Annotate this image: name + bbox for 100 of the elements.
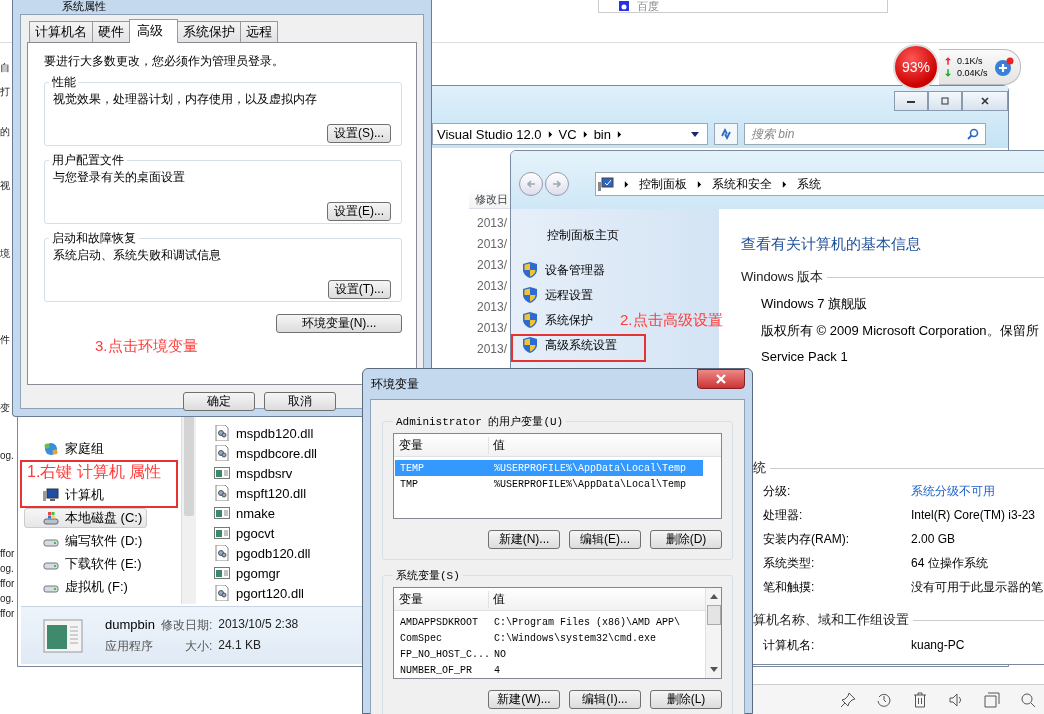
- drive-icon: [43, 510, 59, 526]
- refresh-icon: [719, 127, 733, 141]
- dialog-button[interactable]: 取消: [264, 392, 336, 411]
- environment-variables-button[interactable]: 环境变量(N)...: [276, 314, 402, 333]
- history-icon[interactable]: [876, 691, 892, 708]
- annotation-text: 2.点击高级设置: [620, 311, 723, 329]
- file-item[interactable]: nmake: [214, 503, 317, 523]
- group-description: 系统启动、系统失败和调试信息: [53, 247, 222, 264]
- variable-row[interactable]: FP_NO_HOST_C... NO: [395, 646, 704, 662]
- text-fragment: og.: [0, 563, 14, 575]
- nav-item[interactable]: 编写软件 (D:): [24, 531, 148, 551]
- column-header[interactable]: 值: [489, 436, 505, 454]
- dialog-button[interactable]: 删除(L): [650, 690, 722, 709]
- speaker-icon[interactable]: [948, 691, 964, 708]
- nav-item[interactable]: 家庭组: [24, 439, 109, 459]
- group-title: 系统变量(S): [395, 569, 461, 583]
- nav-item[interactable]: 本地磁盘 (C:): [24, 508, 148, 528]
- file-item[interactable]: mspdbsrv: [214, 463, 317, 483]
- settings-button[interactable]: 设置(S)...: [327, 124, 391, 143]
- dialog-button[interactable]: 删除(D): [650, 530, 722, 549]
- edition-text: Windows 7 旗舰版: [760, 295, 869, 313]
- tab[interactable]: 远程: [240, 21, 278, 42]
- task-link[interactable]: 系统保护: [523, 310, 593, 330]
- file-icon: [214, 445, 230, 461]
- chevron-icon: [782, 180, 787, 188]
- column-header[interactable]: 变量: [394, 590, 489, 608]
- variable-row[interactable]: AMDAPPSDKROOT C:\Program Files (x86)\AMD APP\: [395, 614, 704, 630]
- search-icon[interactable]: [1020, 691, 1036, 708]
- close-button[interactable]: [962, 91, 1008, 111]
- forward-button[interactable]: [545, 172, 569, 196]
- scroll-up-icon[interactable]: [709, 594, 718, 599]
- field-value: Intel(R) Core(TM) i3-23: [911, 508, 1036, 522]
- file-item[interactable]: mspdb120.dll: [214, 423, 317, 443]
- search-field[interactable]: 百度: [598, 0, 888, 13]
- back-button[interactable]: [519, 172, 543, 196]
- search-field[interactable]: 搜索 bin: [744, 123, 986, 145]
- group-title: 用户配置文件: [51, 152, 125, 169]
- field-value: 2.00 GB: [911, 532, 956, 546]
- home-link[interactable]: 控制面板主页: [523, 227, 619, 244]
- address-bar[interactable]: Visual Studio 12.0 VC bin: [432, 123, 708, 145]
- scrollbar[interactable]: [181, 416, 196, 604]
- annotation-text: 3.点击环境变量: [95, 337, 198, 355]
- file-item[interactable]: mspft120.dll: [214, 483, 317, 503]
- rating-link[interactable]: 系统分级不可用: [911, 482, 995, 500]
- trash-icon[interactable]: [912, 691, 928, 708]
- text-fragment: 的: [0, 126, 10, 138]
- address-bar[interactable]: 控制面板 系统和安全 系统: [595, 172, 1044, 196]
- task-link[interactable]: 设备管理器: [523, 260, 605, 280]
- close-button[interactable]: [697, 369, 745, 389]
- file-item[interactable]: pgodb120.dll: [214, 543, 317, 563]
- settings-button[interactable]: 设置(E)...: [327, 202, 391, 221]
- memory-gauge[interactable]: 93%: [893, 44, 939, 90]
- field-value: 24.1 KB: [218, 637, 262, 654]
- tab[interactable]: 高级: [129, 19, 178, 43]
- refresh-button[interactable]: [714, 123, 738, 145]
- date-cell-text: 2013/: [477, 257, 508, 274]
- dialog-button[interactable]: 编辑(I)...: [569, 690, 641, 709]
- nav-item[interactable]: 计算机: [24, 485, 109, 505]
- task-link[interactable]: 远程设置: [523, 285, 593, 305]
- dialog-button[interactable]: 新建(N)...: [488, 530, 560, 549]
- network-speed-widget[interactable]: 0.1K/s 0.04K/s: [939, 49, 1021, 85]
- variable-row[interactable]: ComSpec C:\Windows\system32\cmd.exe: [395, 630, 704, 646]
- upload-arrow-icon: [945, 57, 951, 65]
- tab[interactable]: 系统保护: [177, 21, 241, 42]
- nav-item[interactable]: 虚拟机 (F:): [24, 577, 133, 597]
- nav-item[interactable]: 下载软件 (E:): [24, 554, 147, 574]
- variable-row[interactable]: TMP %USERPROFILE%\AppData\Local\Temp: [395, 476, 720, 492]
- settings-button[interactable]: 设置(T)...: [327, 280, 391, 299]
- pin-icon[interactable]: [840, 691, 856, 708]
- column-header[interactable]: 值: [489, 590, 505, 608]
- file-item[interactable]: pgomgr: [214, 563, 317, 583]
- window-title: 系统属性: [61, 0, 107, 14]
- tab[interactable]: 硬件: [92, 21, 130, 42]
- shield-icon: [523, 287, 537, 303]
- back-arrow-icon: [525, 178, 537, 190]
- shield-icon: [523, 312, 537, 328]
- chevron-icon: [697, 180, 702, 188]
- scrollbar-thumb[interactable]: [706, 605, 721, 625]
- minimize-button[interactable]: [894, 91, 928, 111]
- field-label: 处理器:: [763, 506, 804, 524]
- file-item[interactable]: pgocvt: [214, 523, 317, 543]
- field-value: 64 位操作系统: [911, 554, 988, 572]
- edition-text: 版权所有 © 2009 Microsoft Corporation。保留所: [760, 322, 1040, 340]
- file-item[interactable]: mspdbcore.dll: [214, 443, 317, 463]
- plus-icon[interactable]: [993, 57, 1014, 77]
- dialog-button[interactable]: 编辑(E)...: [569, 530, 641, 549]
- download-speed: 0.04K/s: [957, 68, 988, 78]
- group-title: Administrator 的用户变量(U): [395, 415, 565, 429]
- notice-text: 要进行大多数更改，您必须作为管理员登录。: [44, 53, 285, 70]
- dialog-button[interactable]: 确定: [183, 392, 255, 411]
- tab[interactable]: 计算机名: [29, 21, 93, 42]
- variable-row[interactable]: NUMBER_OF_PR 4: [395, 662, 704, 678]
- homegroup-icon: [43, 441, 59, 457]
- dialog-button[interactable]: 新建(W)...: [488, 690, 560, 709]
- file-item[interactable]: pgort120.dll: [214, 583, 317, 603]
- text-fragment: 变: [0, 402, 10, 414]
- task-link[interactable]: 高级系统设置: [523, 335, 617, 355]
- text-fragment: ffor: [0, 578, 15, 590]
- column-header[interactable]: 变量: [394, 436, 489, 454]
- scrollbar[interactable]: [705, 588, 721, 678]
